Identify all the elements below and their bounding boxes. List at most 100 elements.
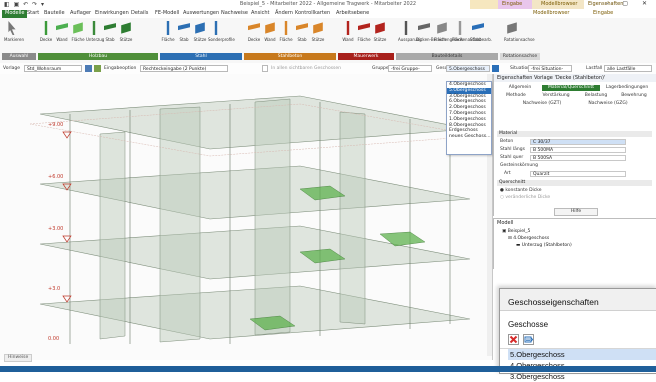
ribbon-button-hinge[interactable]: Flächengelenk [434, 20, 463, 46]
ribbon-button-wall[interactable]: Wand [54, 20, 70, 46]
radio-konstante-dicke[interactable]: ● konstante Dicke [500, 188, 542, 193]
tab-eingabe[interactable]: Eingabe [590, 10, 616, 18]
group-label-auswahl: Auswahl [2, 53, 36, 60]
template-icon[interactable] [85, 65, 92, 72]
tab-bauteile[interactable]: Bauteile [41, 10, 68, 18]
ribbon-button-bar[interactable]: Stab [102, 20, 118, 46]
tab-start[interactable]: Start [24, 10, 42, 18]
building-model-3d[interactable] [0, 74, 492, 360]
tab-kontrollkarten[interactable]: Kontrollkarten [292, 10, 333, 18]
tree-item[interactable]: ▬ Unterzug (Stahlbeton) [516, 243, 572, 248]
group-label-rotationsachse: Rotationsachse [500, 53, 540, 60]
ribbon-button-profile[interactable]: Sonderprofile [208, 20, 235, 46]
edit-icon[interactable] [94, 65, 101, 72]
storey-option[interactable]: 4.Obergeschoss [447, 82, 491, 88]
tab-einwirkungen[interactable]: Einwirkungen [92, 10, 132, 18]
storey-option[interactable]: 5.Obergeschoss [447, 87, 491, 94]
ribbon-button-opening[interactable]: Aussparung [398, 20, 422, 46]
ribbon-button-column[interactable]: Stütze [192, 20, 208, 46]
tab-verstaerkung[interactable]: Verstärkung [536, 93, 576, 99]
callout-storey-row[interactable]: 5.Obergeschoss [508, 349, 656, 360]
storey-settings-icon[interactable] [492, 65, 499, 72]
tab-ansicht[interactable]: Ansicht [248, 10, 272, 18]
viewport-tab-hinweise[interactable]: Hinweise [4, 354, 33, 362]
vorlage-select[interactable]: Std_Wohnraum [24, 65, 82, 72]
tab-belastung[interactable]: Belastung [578, 93, 614, 99]
ribbon-button-wall[interactable]: Wand [340, 20, 356, 46]
section-querschnitt[interactable]: Querschnitt [497, 180, 652, 186]
ribbon-button-label: Stütze [373, 37, 387, 42]
prop-value-stahl-quer[interactable]: B 500SA [530, 155, 626, 161]
tab-fe-modell[interactable]: FE-Modell [152, 10, 182, 18]
geschoss-select[interactable]: 5.Obergeschoss [446, 65, 490, 72]
wall-icon [265, 22, 275, 34]
prop-value-art[interactable]: Quarzit [530, 171, 626, 177]
level-label: +3.0 [48, 286, 61, 292]
ribbon-button-slab[interactable]: Decke [246, 20, 262, 46]
ribbon-button-bar[interactable]: Stab [294, 20, 310, 46]
ribbon-button-column[interactable]: Stütze [372, 20, 388, 46]
prop-value-beton[interactable]: C 30/37 [530, 139, 626, 145]
area-icon [73, 22, 83, 34]
tree-item-label: Beispiel_5 [507, 229, 531, 234]
tab-lagerbedingungen[interactable]: Lagerbedingungen [602, 85, 652, 91]
help-button[interactable]: Hilfe [554, 208, 598, 216]
tab-arbeitsebene[interactable]: Arbeitsebene [333, 10, 372, 18]
radio-veraenderliche-dicke[interactable]: ○ veränderliche Dicke [500, 195, 550, 200]
ribbon-button-slab[interactable]: Decke [38, 20, 54, 46]
tab-modellbrowser[interactable]: Modellbrowser [530, 10, 572, 18]
column-icon [121, 22, 131, 34]
delete-icon[interactable] [508, 334, 519, 345]
ribbon-button-area[interactable]: Fläche [160, 20, 176, 46]
prop-value-stahl-laengs[interactable]: B 500MA [530, 147, 626, 153]
tab-auflager[interactable]: Auflager [67, 10, 94, 18]
storey-list-icon[interactable] [523, 334, 534, 345]
ribbon-button-label: Sonderprofile [208, 37, 235, 42]
tab-methode[interactable]: Methode [498, 93, 534, 99]
eingabeoption-label: Eingabeoption [104, 66, 137, 71]
gruppe-select[interactable]: -frei Gruppe- [388, 65, 432, 72]
all-storeys-checkbox[interactable] [262, 65, 268, 72]
ribbon-button-column[interactable]: Stütze [118, 20, 134, 46]
tree-item[interactable]: ▣ Beispiel_5 [502, 229, 530, 234]
area-icon [284, 21, 288, 35]
ribbon-button-area[interactable]: Fläche [278, 20, 294, 46]
model-viewport[interactable]: +9.00 +6.00 +3.00 +3.0 0.00 [0, 74, 493, 360]
window-controls[interactable]: – ▢ ✕ [605, 0, 653, 7]
tab-allgemein[interactable]: Allgemein [500, 85, 540, 91]
tab-nachweise-gzg[interactable]: Nachweise (GZG) [580, 101, 636, 107]
ribbon-button-wall[interactable]: Wand [262, 20, 278, 46]
ribbon-button-axis[interactable]: Rotationsachse [504, 20, 535, 46]
ribbon-button-beam[interactable]: Unterzug [86, 20, 104, 46]
tab-details[interactable]: Details [128, 10, 151, 18]
situation-select[interactable]: -frei Situation- [528, 65, 572, 72]
ribbon-button-bar-edit[interactable]: Stabbearb. [470, 20, 492, 46]
tab-bewehrung[interactable]: Bewehrung [616, 93, 652, 99]
tree-item[interactable]: ⊟ 4.Obergeschoss [508, 236, 549, 241]
tab-nachweise[interactable]: Nachweise [218, 10, 251, 18]
ribbon-button-bar[interactable]: Stab [176, 20, 192, 46]
ribbon-button-load[interactable]: Flächenauflast [452, 20, 481, 46]
ribbon-button-label: Rotationsachse [504, 37, 535, 42]
storey-option[interactable]: 1.Obergeschoss [447, 117, 491, 123]
tab-nachweise-gzt[interactable]: Nachweise (GZT) [514, 101, 570, 107]
bar-icon [178, 23, 190, 31]
ribbon-button-area[interactable]: Fläche [356, 20, 372, 46]
ribbon-button-column[interactable]: Stütze [310, 20, 326, 46]
ribbon-button-cursor[interactable]: Markieren [4, 20, 24, 46]
storey-dropdown-list[interactable]: 4.Obergeschoss 5.Obergeschoss 3.Obergescho… [446, 81, 492, 155]
tab-material-querschnitt[interactable]: Material/Querschnitt [542, 85, 600, 91]
tab-auswertungen[interactable]: Auswertungen [180, 10, 222, 18]
callout-storey-row[interactable]: 3.Obergeschoss [508, 371, 656, 382]
group-label-stahl: Stahl [160, 53, 242, 60]
ribbon-button-area[interactable]: Fläche [70, 20, 86, 46]
ribbon-button-label: Markieren [4, 37, 24, 42]
context-tab-label: Eingabe [502, 1, 523, 7]
eingabeoption-select[interactable]: Rechteckeingabe (2 Punkte) [140, 65, 228, 72]
section-material[interactable]: Material [497, 131, 652, 137]
storey-option[interactable]: neues Geschoss... [447, 134, 491, 140]
storey-option[interactable]: 7.Obergeschoss [447, 111, 491, 117]
lastfall-select[interactable]: alle Lastfälle [604, 65, 652, 72]
ribbon-button-thickness[interactable]: Dicken-Bereich [416, 20, 446, 46]
axis-icon [507, 22, 517, 34]
